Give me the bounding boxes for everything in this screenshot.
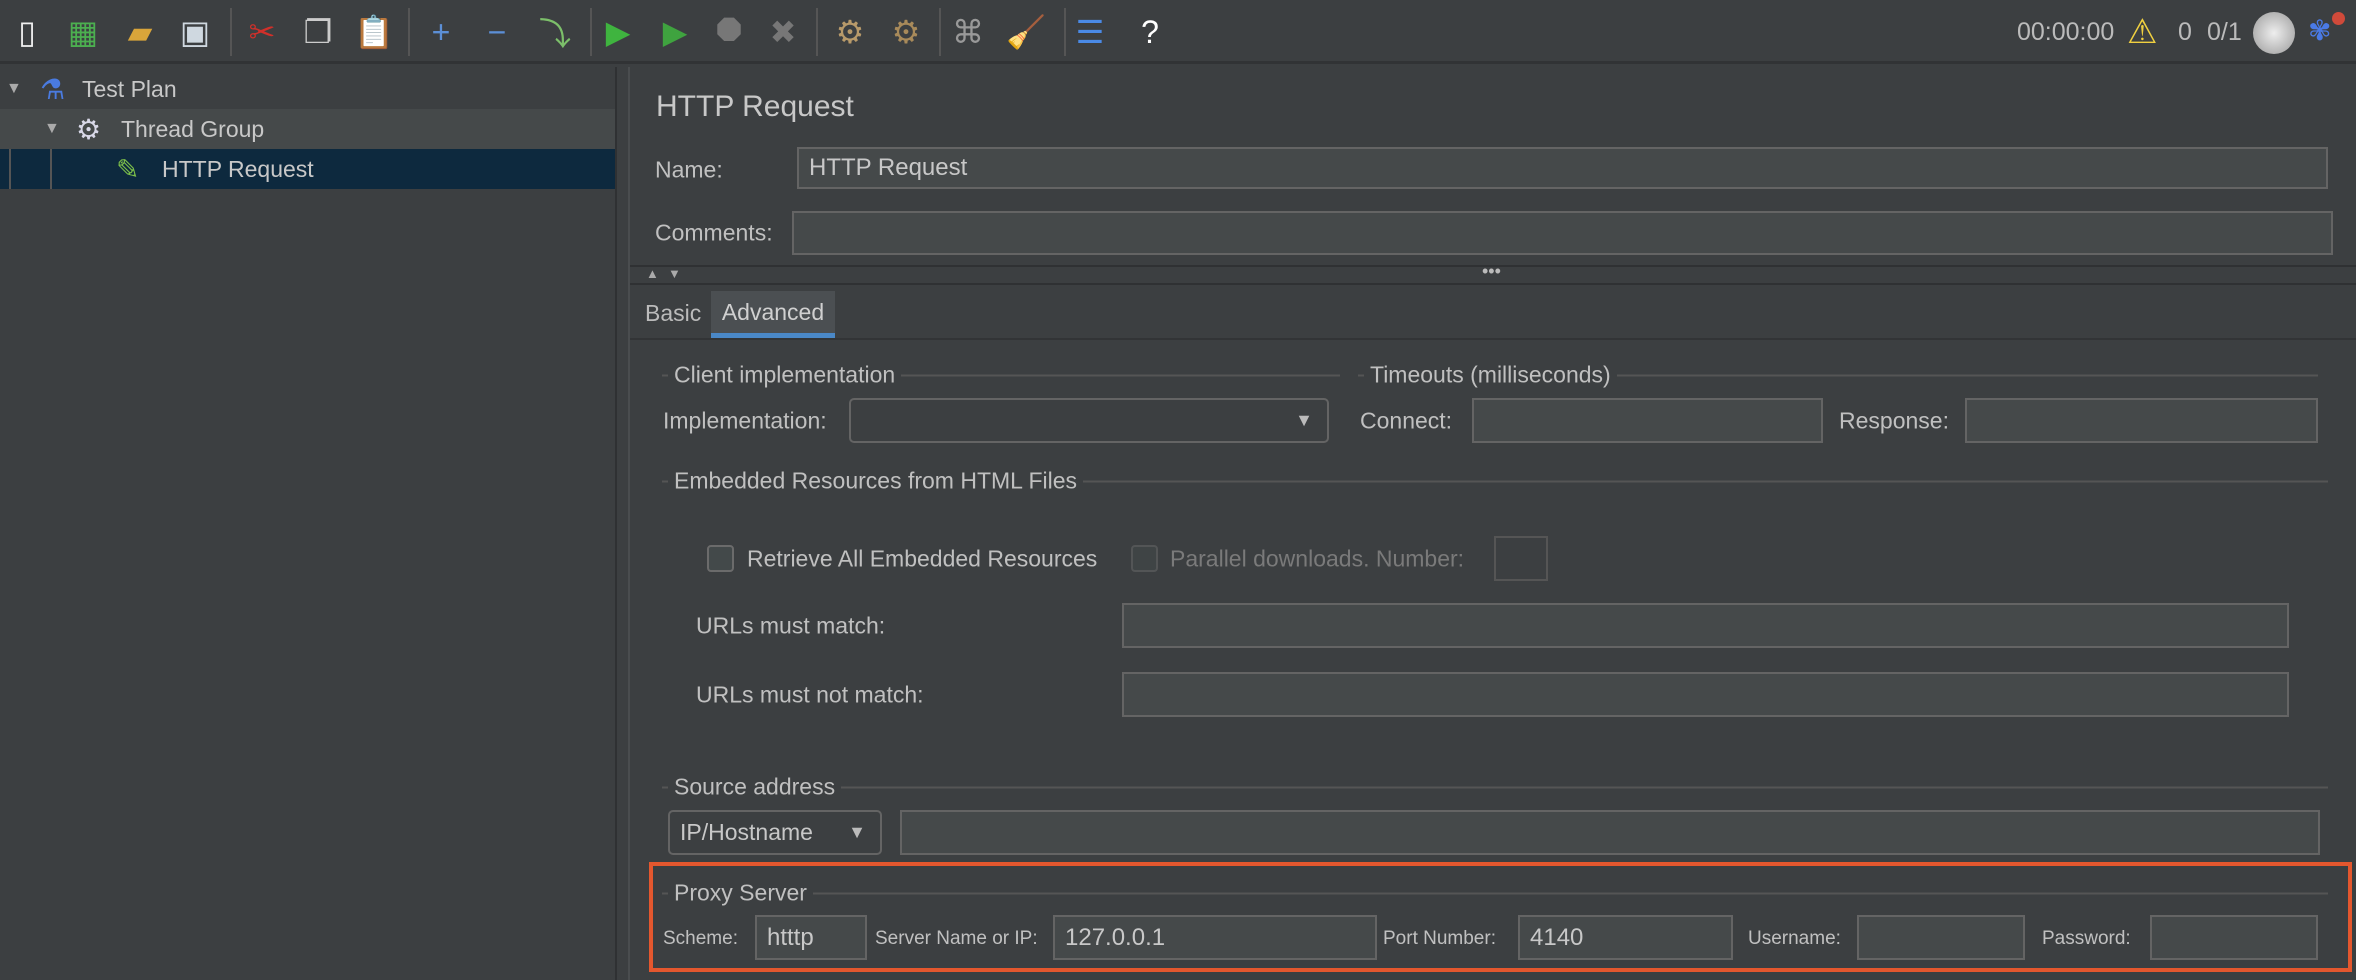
drag-handle-icon[interactable]: ••• xyxy=(1482,261,1501,282)
comments-label: Comments: xyxy=(655,219,773,246)
scheme-label: Scheme: xyxy=(663,928,738,949)
timeouts-group: Timeouts (milliseconds) xyxy=(1358,362,2318,389)
urls-match-input[interactable] xyxy=(1122,603,2289,648)
elapsed-timer: 00:00:00 xyxy=(2017,18,2115,46)
up-arrow-icon[interactable]: ▲ xyxy=(646,266,659,281)
chevron-down-icon: ▼ xyxy=(848,822,866,842)
parallel-number-input[interactable] xyxy=(1494,536,1548,581)
stop-icon[interactable]: ⯃ xyxy=(709,10,749,54)
tree-item-test-plan[interactable]: ▼ ⚗ Test Plan xyxy=(0,69,615,109)
tree-item-label: Thread Group xyxy=(121,115,265,142)
proxy-server-group: Proxy Server xyxy=(662,880,2328,907)
tree-item-label: Test Plan xyxy=(82,75,177,102)
proxy-highlight-box xyxy=(649,862,2352,972)
client-implementation-group: Client implementation xyxy=(662,362,1340,389)
response-label: Response: xyxy=(1839,407,1949,434)
thread-count: 0/1 xyxy=(2207,18,2242,46)
server-name-label: Server Name or IP: xyxy=(875,928,1038,949)
shutdown-icon[interactable]: ✖ xyxy=(763,10,803,54)
source-address-group: Source address xyxy=(662,774,2328,801)
source-type-select[interactable]: IP/Hostname ▼ xyxy=(668,810,882,855)
start-icon[interactable]: ▶ xyxy=(598,10,638,54)
tree-item-thread-group[interactable]: ▼ ⚙ Thread Group xyxy=(0,109,615,149)
password-label: Password: xyxy=(2042,928,2131,949)
test-plan-tree: ▼ ⚗ Test Plan ▼ ⚙ Thread Group ✎ HTTP Re… xyxy=(0,67,615,980)
expand-icon[interactable]: + xyxy=(421,10,461,54)
open-icon[interactable]: ▰ xyxy=(120,10,160,54)
paste-icon[interactable]: 📋 xyxy=(354,10,394,54)
toolbar-separator xyxy=(939,8,941,56)
expand-arrow-icon[interactable]: ▼ xyxy=(6,80,22,98)
reset-search-icon[interactable]: 🧹 xyxy=(1006,10,1046,54)
tab-advanced[interactable]: Advanced xyxy=(711,291,835,338)
name-label: Name: xyxy=(655,156,723,183)
source-address-input[interactable] xyxy=(900,810,2320,855)
retrieve-embedded-label: Retrieve All Embedded Resources xyxy=(747,545,1098,572)
clear-all-icon[interactable]: ⚙ xyxy=(886,10,926,54)
gear-icon: ⚙ xyxy=(76,113,102,145)
urls-not-match-label: URLs must not match: xyxy=(696,681,924,708)
search-icon[interactable]: ⌘ xyxy=(948,10,988,54)
proxy-scheme-input[interactable]: htttp xyxy=(755,915,867,960)
implementation-select[interactable]: ▼ xyxy=(849,398,1329,443)
function-helper-icon[interactable]: ☰ xyxy=(1070,10,1110,54)
collapse-divider[interactable]: ▲ ▼ ••• xyxy=(630,261,2356,285)
panel-title: HTTP Request xyxy=(656,90,854,123)
toolbar: 00:00:00 ⚠ 0 0/1 ✾ ▯ ▦ ▰ ▣ ✂ ❐ 📋 + − ⤵ ▶ ▶ ⯃ ✖ ⚙ ⚙ ⌘ 🧹 ☰? xyxy=(0,0,2356,64)
collapse-icon[interactable]: − xyxy=(477,10,517,54)
chevron-down-icon: ▼ xyxy=(1295,410,1313,430)
proxy-port-input[interactable]: 4140 xyxy=(1518,915,1733,960)
embedded-resources-group: Embedded Resources from HTML Files xyxy=(662,468,2328,495)
toolbar-separator xyxy=(408,8,410,56)
expand-arrow-icon[interactable]: ▼ xyxy=(44,120,60,138)
tree-item-label: HTTP Request xyxy=(162,155,314,182)
clear-icon[interactable]: ⚙ xyxy=(830,10,870,54)
proxy-password-input[interactable] xyxy=(2150,915,2318,960)
urls-match-label: URLs must match: xyxy=(696,612,886,639)
urls-not-match-input[interactable] xyxy=(1122,672,2289,717)
pipette-icon: ✎ xyxy=(116,153,140,185)
copy-icon[interactable]: ❐ xyxy=(298,10,338,54)
templates-icon[interactable]: ▦ xyxy=(63,10,103,54)
log-viewer-icon[interactable]: ✾ xyxy=(2308,14,2331,47)
toolbar-separator xyxy=(816,8,818,56)
flask-icon: ⚗ xyxy=(40,73,66,105)
save-icon[interactable]: ▣ xyxy=(175,10,215,54)
retrieve-embedded-checkbox[interactable] xyxy=(707,545,734,572)
pane-splitter[interactable] xyxy=(615,67,630,980)
proxy-username-input[interactable] xyxy=(1857,915,2025,960)
warning-icon[interactable]: ⚠ xyxy=(2127,12,2157,52)
start-no-pauses-icon[interactable]: ▶ xyxy=(655,10,695,54)
remote-engine-icon[interactable] xyxy=(2253,12,2295,54)
parallel-downloads-label: Parallel downloads. Number: xyxy=(1170,545,1465,572)
username-label: Username: xyxy=(1748,928,1841,949)
name-input[interactable]: HTTP Request xyxy=(797,147,2328,189)
warning-count: 0 xyxy=(2178,18,2192,46)
toolbar-separator xyxy=(230,8,232,56)
connect-label: Connect: xyxy=(1360,407,1453,434)
response-timeout-input[interactable] xyxy=(1965,398,2318,443)
cut-icon[interactable]: ✂ xyxy=(242,10,282,54)
new-icon[interactable]: ▯ xyxy=(7,10,47,54)
tree-item-http-request[interactable]: ✎ HTTP Request xyxy=(0,149,615,189)
log-indicator-icon xyxy=(2332,12,2345,25)
implementation-label: Implementation: xyxy=(663,407,827,434)
toggle-icon[interactable]: ⤵ xyxy=(535,10,575,54)
parallel-downloads-checkbox[interactable] xyxy=(1131,545,1158,572)
proxy-server-input[interactable]: 127.0.0.1 xyxy=(1053,915,1377,960)
down-arrow-icon[interactable]: ▼ xyxy=(668,266,681,281)
help-icon[interactable]: ? xyxy=(1130,10,1170,54)
tab-basic[interactable]: Basic xyxy=(645,300,701,327)
comments-input[interactable] xyxy=(792,211,2333,255)
port-number-label: Port Number: xyxy=(1383,928,1496,949)
toolbar-separator xyxy=(590,8,592,56)
toolbar-separator xyxy=(1064,8,1066,56)
connect-timeout-input[interactable] xyxy=(1472,398,1823,443)
